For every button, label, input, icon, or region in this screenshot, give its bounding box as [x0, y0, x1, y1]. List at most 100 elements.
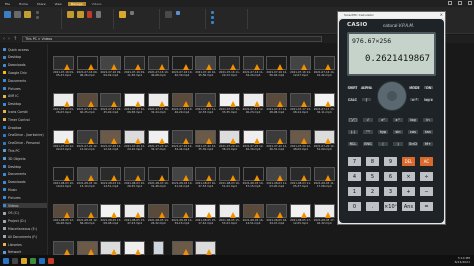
- nav-item[interactable]: Miscellaneous (E:): [3, 226, 37, 231]
- file-tile[interactable]: 2021-08-05 14-59-15.mp4: [171, 204, 193, 225]
- delete-icon[interactable]: [87, 11, 92, 18]
- calc-key[interactable]: M+: [422, 141, 434, 147]
- calc-key[interactable]: hyp: [377, 129, 389, 135]
- file-tile[interactable]: 2021-08-03 10-57-15.mp4: [242, 167, 264, 188]
- nav-item[interactable]: Documents: [3, 172, 26, 177]
- properties-icon[interactable]: [165, 11, 172, 18]
- file-tile[interactable]: 2021-07-16 09-09-49.mp4: [100, 56, 122, 77]
- nav-item[interactable]: Desktop: [3, 55, 21, 60]
- cut-icon[interactable]: [36, 11, 39, 14]
- calc-key[interactable]: 8: [365, 156, 380, 167]
- file-tile[interactable]: 2021-07-17 10-06-58.mp4: [124, 93, 146, 114]
- calc-key[interactable]: RCL: [347, 141, 359, 147]
- new-folder-icon[interactable]: [119, 11, 126, 18]
- nav-item[interactable]: Timer Control: [3, 117, 30, 122]
- file-tile[interactable]: 2021-07-20 12-35-39.mp4: [195, 130, 217, 151]
- file-tile[interactable]: 2021-07-20 12-12-44.mp4: [100, 130, 122, 151]
- file-tile[interactable]: 2021-07-17 13-34-11.mp4: [313, 93, 335, 114]
- up-arrow-icon[interactable]: ↑: [13, 36, 17, 42]
- calc-key[interactable]: sin: [392, 129, 404, 135]
- file-tile[interactable]: 2021-07-16 10-40-39.mp4: [171, 56, 193, 77]
- rename-icon[interactable]: [96, 11, 101, 18]
- tab-share[interactable]: Share: [34, 2, 49, 6]
- calc-key[interactable]: 5: [365, 171, 380, 182]
- file-tile[interactable]: 2021-07-16 09-06-26.mp4: [76, 56, 98, 77]
- file-tile[interactable]: 2021-07-16 09-05-23.mp4: [53, 56, 74, 77]
- nav-item[interactable]: Pictures: [3, 195, 21, 200]
- file-tile[interactable]: 2021-08-03 11-17-08.mp4: [313, 167, 335, 188]
- file-tile[interactable]: 2021-07-16 11-32-24.mp4: [242, 56, 264, 77]
- calc-key[interactable]: ALPHA: [361, 85, 372, 90]
- file-tile[interactable]: 2021-07-16 10-40-08.mp4: [147, 56, 169, 77]
- nav-item[interactable]: 3D Objects: [3, 156, 26, 161]
- calc-key[interactable]: CALC: [347, 97, 358, 102]
- move-to-icon[interactable]: [67, 11, 74, 18]
- calc-key[interactable]: log x: [423, 97, 434, 102]
- calc-key[interactable]: □/□: [347, 117, 359, 123]
- calc-key[interactable]: 9: [383, 156, 398, 167]
- file-tile[interactable]: 2021-07-16 12-56-04.mp4: [266, 56, 288, 77]
- calc-key[interactable]: −: [419, 186, 434, 197]
- file-tile[interactable]: 2021-08-05 16-14-51.mp4: [242, 204, 264, 225]
- tab-view[interactable]: View: [52, 2, 65, 6]
- file-tile[interactable]: 2021-07-17 10-46-29.mp4: [171, 93, 193, 114]
- file-tile[interactable]: 2021-07-17 12-00-23.mp4: [242, 93, 264, 114]
- file-tile[interactable]: 2021-07-16 14-41-42.mp4: [313, 56, 335, 77]
- nav-item[interactable]: Project (D:): [3, 219, 26, 224]
- nav-item[interactable]: Music: [3, 187, 17, 192]
- calc-key[interactable]: DEL: [401, 156, 416, 167]
- file-tile[interactable]: 2021-08-05 12-44-48.mp4: [53, 204, 74, 225]
- calc-key[interactable]: (: [377, 141, 389, 147]
- file-tile[interactable]: 2021-07-17 13-08-14.mp4: [290, 93, 311, 114]
- file-tile[interactable]: 2021-08-03 10-14-51.mp4: [100, 167, 122, 188]
- file-tile[interactable]: 2021-08-03 11-05-37.mp4: [290, 167, 311, 188]
- tab-home[interactable]: Home: [16, 2, 31, 6]
- file-tile[interactable]: 2021-08-05 16-44-47.mp4: [266, 204, 288, 225]
- calc-key[interactable]: ): [392, 141, 404, 147]
- file-tile[interactable]: 2021-08-05 15-17-42.mp4: [195, 204, 217, 225]
- calc-key[interactable]: 7: [347, 156, 362, 167]
- file-tile[interactable]: 2021-08-03 10-13-14.mp4: [76, 167, 98, 188]
- nav-item[interactable]: All Documents (F:): [3, 234, 37, 239]
- file-tile[interactable]: 2021-08-03 11-03-20.mp4: [266, 167, 288, 188]
- calc-key[interactable]: MODE: [409, 85, 420, 90]
- forward-arrow-icon[interactable]: ›: [8, 36, 10, 42]
- calc-key[interactable]: ON: [423, 85, 434, 90]
- file-tile[interactable]: 2021-08-05 15-53-23.mp4: [218, 204, 240, 225]
- tab-manage[interactable]: Manage: [67, 1, 86, 6]
- file-tile[interactable]: 2021-08-03 10-47-53.mp4: [195, 167, 217, 188]
- select-all-icon[interactable]: [211, 11, 214, 14]
- calc-key[interactable]: 3: [383, 186, 398, 197]
- file-tile[interactable]: 2021-08-05 13-08-48.mp4: [100, 204, 122, 225]
- nav-item[interactable]: This PC: [3, 148, 20, 153]
- search-icon[interactable]: [12, 257, 18, 264]
- minimize-icon[interactable]: [448, 1, 452, 5]
- address-input[interactable]: This PC > Videos: [22, 36, 323, 42]
- file-tile[interactable]: 2021-08-05 17-42-32.mp4: [313, 204, 335, 225]
- calc-key[interactable]: =: [419, 201, 434, 212]
- file-tile[interactable]: 2021-08-03 10-41-02.mp4: [171, 167, 193, 188]
- calc-key[interactable]: x²: [377, 117, 389, 123]
- calc-key[interactable]: SHIFT: [347, 85, 358, 90]
- file-tile[interactable]: 2021-07-20 12-48-09.mp4: [290, 130, 311, 151]
- close-icon[interactable]: ×: [440, 12, 443, 18]
- file-tile[interactable]: 2021-07-16 11-20-13.mp4: [218, 56, 240, 77]
- calc-key[interactable]: AC: [419, 156, 434, 167]
- copy-to-icon[interactable]: [77, 11, 84, 18]
- nav-item[interactable]: Desktop: [3, 102, 21, 107]
- tab-file[interactable]: File: [2, 2, 13, 6]
- file-tile[interactable]: 2021-08-03 10-31-46.mp4: [147, 167, 169, 188]
- file-tile[interactable]: 2021-07-20 12-24-10.mp4: [124, 130, 146, 151]
- new-item-icon[interactable]: [130, 11, 134, 15]
- file-explorer-icon[interactable]: [21, 257, 27, 264]
- file-tile[interactable]: 2021-08-05 13-47-23.mp4: [124, 204, 146, 225]
- calc-key[interactable]: x^: [392, 117, 404, 123]
- open-icon[interactable]: [176, 11, 180, 15]
- file-tile[interactable]: 2021-07-20 12-51-09.mp4: [313, 130, 335, 151]
- file-tile[interactable]: 2021-07-17 11-33-35.mp4: [218, 93, 240, 114]
- file-tile[interactable]: 2021-07-17 09-45-40.mp4: [100, 93, 122, 114]
- calc-key[interactable]: cos: [407, 129, 419, 135]
- calc-key[interactable]: x⁻¹: [409, 97, 420, 102]
- calc-key[interactable]: ∫: [361, 97, 372, 102]
- nav-item[interactable]: Downloads: [3, 63, 26, 68]
